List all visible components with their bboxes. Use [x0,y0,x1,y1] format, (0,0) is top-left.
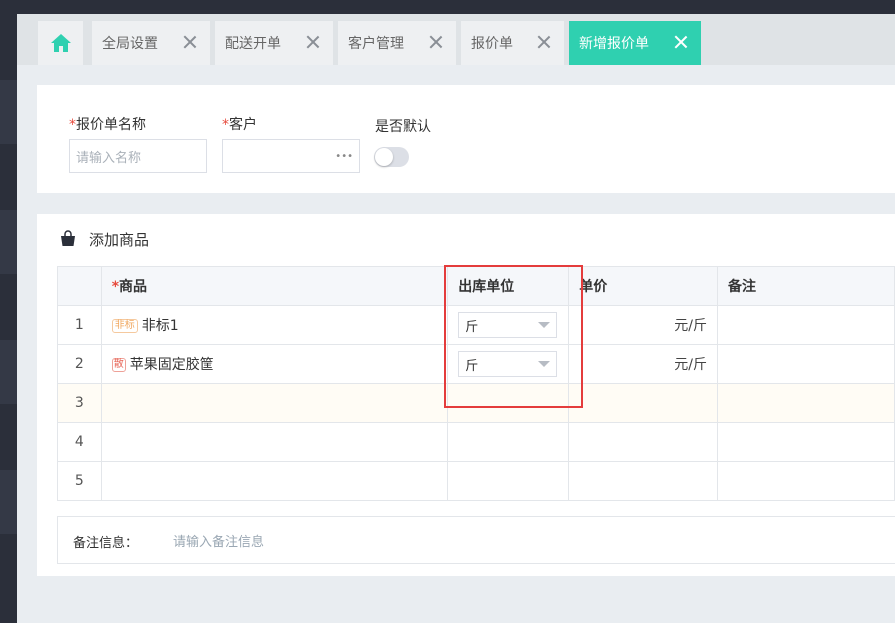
tab-label: 报价单 [471,36,513,52]
close-icon[interactable] [182,34,198,50]
shopping-bag-icon [61,230,75,246]
tab-bar: 全局设置 配送开单 客户管理 报价单 新增报价单 [17,14,895,65]
goods-name: 苹果固定胶筐 [129,357,214,373]
remark-box: 备注信息： 请输入备注信息 [57,516,895,564]
table-row: 5 [57,461,895,501]
goods-table: *商品 出库单位 单价 备注 1 非标 非标1 斤 元/斤 2 散苹果固定胶筐 斤… [57,266,895,501]
tab-delivery-order[interactable]: 配送开单 [215,21,333,65]
table-row: 1 非标 非标1 斤 元/斤 [57,305,895,345]
tab-label: 新增报价单 [579,36,649,52]
unit-cell[interactable] [447,422,570,462]
unit-value: 斤 [465,358,479,374]
quotation-name-label: *报价单名称 [69,114,146,134]
tab-label: 配送开单 [225,36,281,52]
label-text: 客户 [229,117,257,133]
tab-home[interactable] [38,21,83,65]
goods-cell[interactable]: 非标 非标1 [100,305,449,345]
header-remark: 备注 [716,266,895,306]
required-mark: * [222,117,229,133]
unit-select[interactable]: 斤 [458,312,558,338]
remark-cell[interactable] [716,461,895,501]
close-icon[interactable] [536,34,552,50]
header-goods: *商品 [100,266,449,306]
tab-label: 客户管理 [348,36,404,52]
header-price: 单价 [568,266,718,306]
price-cell[interactable] [568,383,718,423]
required-mark: * [111,279,120,295]
more-icon[interactable]: ••• [335,151,353,162]
remark-cell[interactable] [716,344,895,384]
row-index: 4 [57,422,102,462]
chevron-down-icon [538,322,551,328]
sidebar-item[interactable] [0,470,17,534]
remark-label: 备注信息： [73,536,139,551]
row-index: 2 [57,344,102,384]
tab-label: 全局设置 [102,36,158,52]
customer-select[interactable]: ••• [222,139,360,173]
input-placeholder: 请输入名称 [76,150,142,166]
header-index [57,266,102,306]
goods-cell[interactable] [100,383,449,423]
required-mark: * [69,117,76,133]
remark-cell[interactable] [716,383,895,423]
header-label: 商品 [119,279,148,295]
header-unit: 出库单位 [447,266,570,306]
tab-global-settings[interactable]: 全局设置 [92,21,210,65]
tab-customer-management[interactable]: 客户管理 [338,21,456,65]
goods-name: 非标1 [141,318,179,334]
bulk-tag: 散 [111,358,126,372]
price-cell[interactable]: 元/斤 [568,344,718,384]
goods-cell[interactable] [100,461,449,501]
section-title: 添加商品 [89,231,150,249]
table-header: *商品 出库单位 单价 备注 [57,266,895,306]
unit-cell[interactable] [447,461,570,501]
goods-cell[interactable]: 散苹果固定胶筐 [100,344,449,384]
close-icon[interactable] [673,34,689,50]
price-cell[interactable]: 元/斤 [568,305,718,345]
tab-quotation[interactable]: 报价单 [461,21,564,65]
unit-select[interactable]: 斤 [458,351,558,377]
toggle-knob [375,148,393,166]
default-label: 是否默认 [375,119,431,135]
remark-cell[interactable] [716,305,895,345]
price-cell[interactable] [568,422,718,462]
goods-cell[interactable] [100,422,449,462]
price-cell[interactable] [568,461,718,501]
row-index: 1 [57,305,102,345]
table-row: 3 [57,383,895,423]
unit-cell[interactable] [447,383,570,423]
label-text: 报价单名称 [76,117,146,133]
customer-label: *客户 [222,114,257,134]
default-toggle[interactable] [374,147,409,167]
unit-cell: 斤 [447,305,570,345]
chevron-down-icon [538,361,551,367]
remark-input[interactable]: 请输入备注信息 [173,531,264,550]
tab-new-quotation[interactable]: 新增报价单 [569,21,701,65]
sidebar [0,0,17,623]
sidebar-item[interactable] [0,80,17,144]
remark-cell[interactable] [716,422,895,462]
sidebar-item[interactable] [0,340,17,404]
row-index: 3 [57,383,102,423]
close-icon[interactable] [305,34,321,50]
unit-cell: 斤 [447,344,570,384]
quotation-name-input[interactable]: 请输入名称 [69,139,207,173]
table-row: 2 散苹果固定胶筐 斤 元/斤 [57,344,895,384]
row-index: 5 [57,461,102,501]
home-icon [50,34,71,52]
table-row: 4 [57,422,895,462]
nonstandard-tag: 非标 [111,319,138,333]
top-bar [0,0,895,14]
sidebar-item[interactable] [0,210,17,274]
close-icon[interactable] [428,34,444,50]
unit-value: 斤 [465,319,479,335]
